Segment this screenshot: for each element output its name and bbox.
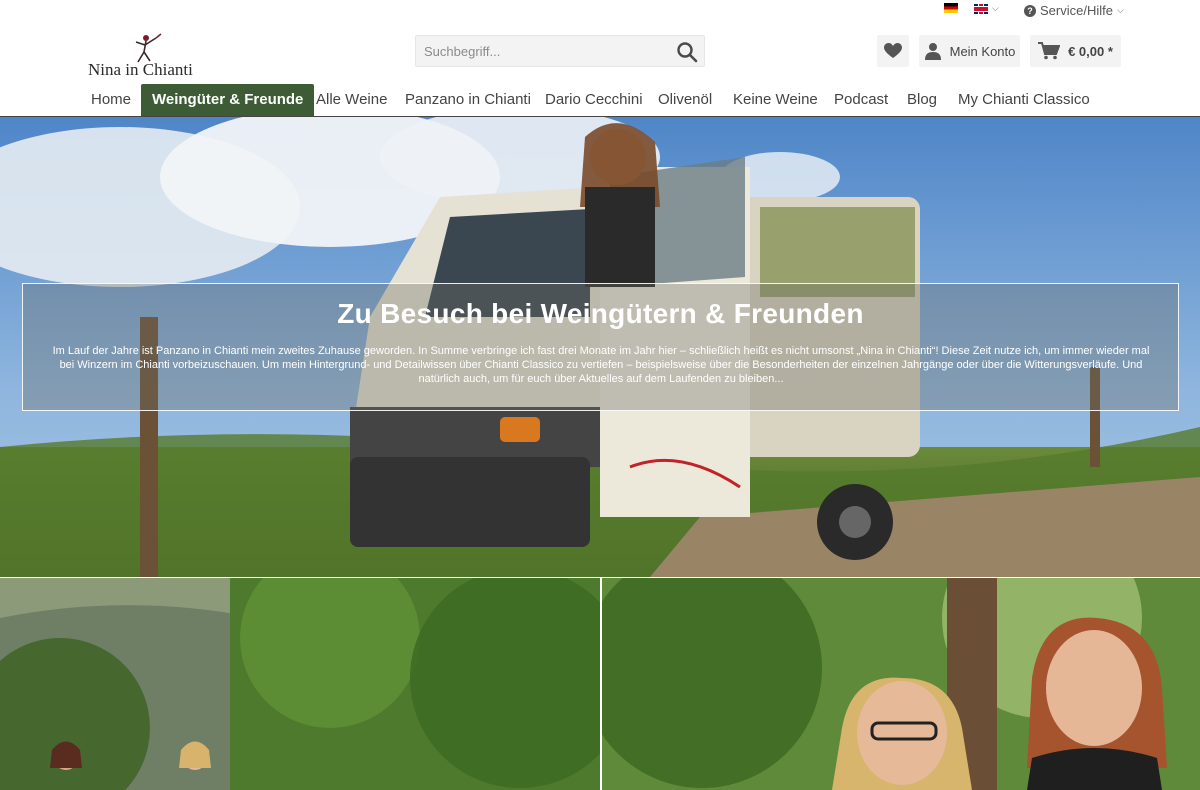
nav-item-podcast[interactable]: Podcast xyxy=(834,84,888,116)
nav-item-weingueter-freunde[interactable]: Weingüter & Freunde xyxy=(141,84,315,116)
nav-item-home[interactable]: Home xyxy=(91,84,131,116)
language-de-link[interactable] xyxy=(944,3,958,13)
cart-total: € 0,00 * xyxy=(1068,43,1113,59)
heart-icon xyxy=(884,43,902,58)
search-input[interactable] xyxy=(416,36,671,66)
chevron-down-icon: ⌵ xyxy=(992,3,999,13)
account-label: Mein Konto xyxy=(949,43,1016,59)
flag-de-icon xyxy=(944,3,958,13)
cart-icon xyxy=(1038,42,1061,60)
logo-text: Nina in Chianti xyxy=(88,60,193,79)
service-label: Service/Hilfe xyxy=(1040,3,1113,18)
main-nav: Home Weingüter & Freunde Alle Weine Panz… xyxy=(0,84,1200,116)
service-menu[interactable]: ? Service/Hilfe ⌵ xyxy=(1024,3,1124,18)
nav-item-olivenoel[interactable]: Olivenöl xyxy=(658,84,712,116)
user-icon xyxy=(924,43,941,60)
hero-banner: Zu Besuch bei Weingütern & Freunden Im L… xyxy=(0,117,1200,577)
nav-item-blog[interactable]: Blog xyxy=(907,84,937,116)
vineyard-photo xyxy=(0,578,600,790)
nav-item-alle-weine[interactable]: Alle Weine xyxy=(316,84,387,116)
search-icon xyxy=(677,42,698,63)
top-utility-bar: ⌵ ? Service/Hilfe ⌵ xyxy=(0,0,1200,24)
nav-item-my-chianti-classico[interactable]: My Chianti Classico xyxy=(958,84,1090,116)
nav-item-keine-weine[interactable]: Keine Weine xyxy=(733,84,818,116)
help-icon: ? xyxy=(1024,4,1036,17)
hero-description: Im Lauf der Jahre ist Panzano in Chianti… xyxy=(52,345,1150,385)
flag-uk-icon xyxy=(974,3,988,14)
portrait-photo xyxy=(602,578,1200,790)
search-box xyxy=(415,35,705,67)
account-button[interactable]: Mein Konto xyxy=(919,35,1020,67)
chevron-down-icon: ⌵ xyxy=(1116,5,1124,15)
teaser-image-right[interactable] xyxy=(602,578,1200,790)
teaser-image-left[interactable] xyxy=(0,578,600,790)
cart-button[interactable]: € 0,00 * xyxy=(1030,35,1121,67)
wishlist-button[interactable] xyxy=(877,35,909,67)
nav-item-panzano[interactable]: Panzano in Chianti xyxy=(405,84,531,116)
site-logo[interactable]: Nina in Chianti xyxy=(88,32,208,80)
hero-text-box: Zu Besuch bei Weingütern & Freunden Im L… xyxy=(22,283,1179,411)
language-switcher[interactable]: ⌵ xyxy=(974,3,999,14)
hero-title: Zu Besuch bei Weingütern & Freunden xyxy=(337,298,864,329)
nav-item-dario-cecchini[interactable]: Dario Cecchini xyxy=(545,84,643,116)
search-button[interactable] xyxy=(676,41,698,63)
